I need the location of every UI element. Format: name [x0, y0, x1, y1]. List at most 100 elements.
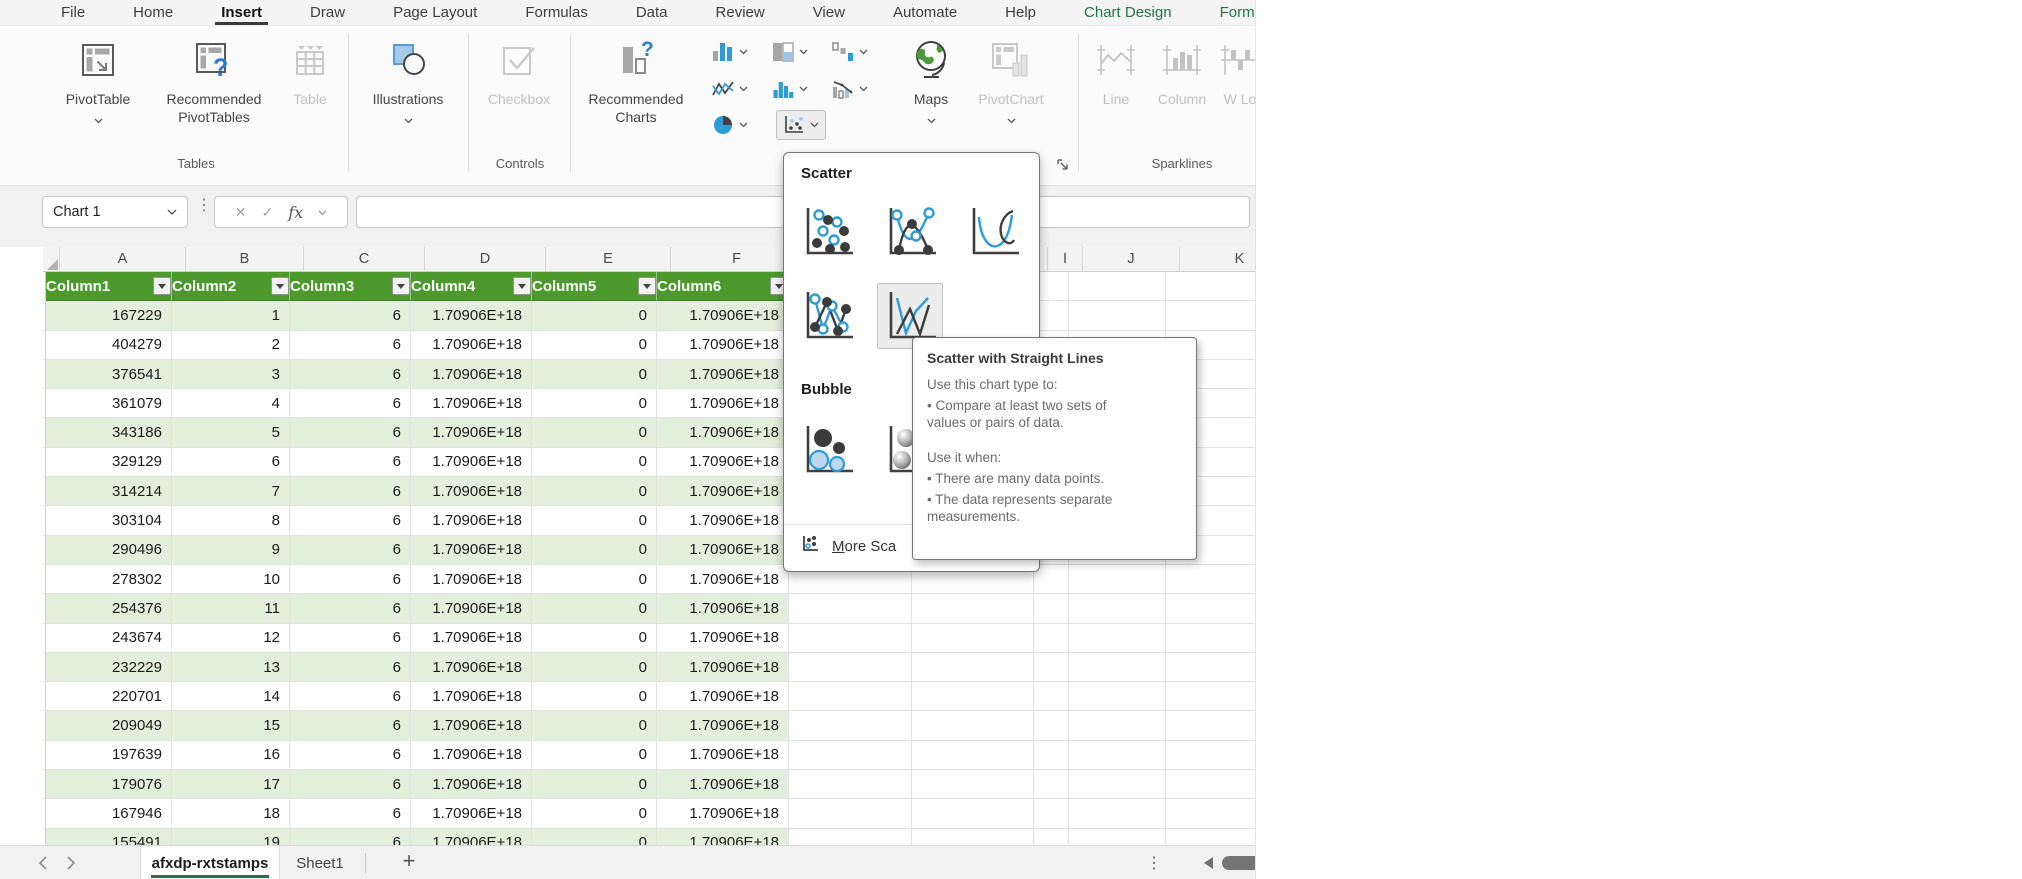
cell[interactable]: 1.70906E+18 — [657, 301, 789, 330]
cell[interactable]: 13 — [172, 653, 290, 682]
cell[interactable] — [789, 799, 912, 828]
formula-bar-drag-handle-icon[interactable]: ⋮ — [196, 200, 212, 212]
cell[interactable]: 8 — [172, 506, 290, 535]
hierarchy-chart-button[interactable] — [772, 42, 808, 62]
cell[interactable]: 7 — [172, 477, 290, 506]
histogram-chart-button[interactable] — [772, 79, 808, 99]
cell[interactable]: 314214 — [46, 477, 172, 506]
name-box[interactable]: Chart 1 — [42, 196, 188, 228]
cell[interactable]: 376541 — [46, 360, 172, 389]
cell[interactable]: 6 — [290, 770, 411, 799]
cell[interactable]: 0 — [532, 799, 657, 828]
cell[interactable]: 254376 — [46, 594, 172, 623]
table-header-cell[interactable]: Column6 — [657, 272, 789, 301]
cell[interactable] — [1166, 624, 1255, 653]
cell[interactable]: 1.70906E+18 — [411, 741, 532, 770]
cell[interactable]: 17 — [172, 770, 290, 799]
cell[interactable]: 1.70906E+18 — [657, 331, 789, 360]
cell[interactable] — [789, 653, 912, 682]
table-header-cell[interactable]: Column1 — [46, 272, 172, 301]
cell[interactable] — [789, 682, 912, 711]
cell[interactable]: 6 — [290, 360, 411, 389]
cell[interactable] — [1034, 594, 1069, 623]
filter-button[interactable] — [638, 277, 656, 295]
cell[interactable]: 18 — [172, 799, 290, 828]
cell[interactable]: 10 — [172, 565, 290, 594]
scroll-left-icon[interactable] — [1204, 857, 1213, 869]
cell[interactable]: 1.70906E+18 — [411, 594, 532, 623]
cell[interactable] — [1034, 682, 1069, 711]
sheet-tab[interactable]: Sheet1 — [285, 846, 355, 879]
cell[interactable]: 167946 — [46, 799, 172, 828]
column-header-b[interactable]: B — [186, 247, 304, 272]
cell[interactable] — [1166, 301, 1255, 330]
cell[interactable]: 1.70906E+18 — [411, 536, 532, 565]
column-chart-button[interactable] — [712, 42, 748, 62]
column-header-k[interactable]: K — [1180, 247, 1255, 272]
cell[interactable]: 1.70906E+18 — [411, 711, 532, 740]
cell[interactable] — [1069, 770, 1166, 799]
cell[interactable]: 1.70906E+18 — [657, 506, 789, 535]
cell[interactable]: 1.70906E+18 — [411, 389, 532, 418]
cell[interactable]: 14 — [172, 682, 290, 711]
cell[interactable]: 197639 — [46, 741, 172, 770]
cell[interactable]: 0 — [532, 770, 657, 799]
cell[interactable]: 15 — [172, 711, 290, 740]
cell[interactable] — [789, 770, 912, 799]
filter-button[interactable] — [271, 277, 289, 295]
cell[interactable] — [1069, 301, 1166, 330]
ribbon-tab-view[interactable]: View — [789, 0, 869, 25]
column-header-c[interactable]: C — [304, 247, 425, 272]
cell[interactable]: 1.70906E+18 — [657, 418, 789, 447]
cell[interactable] — [1034, 565, 1069, 594]
table-header-cell[interactable]: Column3 — [290, 272, 411, 301]
cell[interactable] — [912, 682, 1034, 711]
table-header-cell[interactable]: Column5 — [532, 272, 657, 301]
cell[interactable] — [789, 741, 912, 770]
cell[interactable]: 1.70906E+18 — [411, 565, 532, 594]
cell[interactable]: 303104 — [46, 506, 172, 535]
ribbon-tab-chart-design[interactable]: Chart Design — [1060, 0, 1196, 25]
cell[interactable] — [1166, 565, 1255, 594]
scatter-option[interactable] — [798, 203, 856, 261]
cell[interactable]: 290496 — [46, 536, 172, 565]
cell[interactable]: 0 — [532, 594, 657, 623]
cell[interactable]: 19 — [172, 829, 290, 845]
scatter-straight-lines-markers-option[interactable] — [798, 287, 856, 345]
cell[interactable]: 0 — [532, 301, 657, 330]
cell[interactable] — [1034, 829, 1069, 845]
cell[interactable]: 1.70906E+18 — [411, 829, 532, 845]
cell[interactable]: 1.70906E+18 — [657, 799, 789, 828]
cell[interactable] — [912, 799, 1034, 828]
ribbon-tab-file[interactable]: File — [37, 0, 109, 25]
cell[interactable]: 1.70906E+18 — [657, 741, 789, 770]
scatter-chart-button[interactable] — [776, 110, 826, 140]
cell[interactable] — [1069, 565, 1166, 594]
cell[interactable]: 278302 — [46, 565, 172, 594]
cell[interactable]: 9 — [172, 536, 290, 565]
cell[interactable]: 155491 — [46, 829, 172, 845]
cell[interactable]: 12 — [172, 624, 290, 653]
cell[interactable]: 329129 — [46, 448, 172, 477]
cell[interactable] — [912, 829, 1034, 845]
cell[interactable]: 0 — [532, 360, 657, 389]
cell[interactable]: 1.70906E+18 — [411, 301, 532, 330]
column-header-j[interactable]: J — [1083, 247, 1180, 272]
cell[interactable] — [912, 741, 1034, 770]
ribbon-tab-format[interactable]: Format — [1196, 0, 1256, 25]
cell[interactable] — [1034, 624, 1069, 653]
table-header-cell[interactable]: Column4 — [411, 272, 532, 301]
cell[interactable]: 6 — [290, 682, 411, 711]
ribbon-tab-home[interactable]: Home — [109, 0, 197, 25]
cell[interactable]: 6 — [290, 301, 411, 330]
cell[interactable] — [1069, 799, 1166, 828]
cell[interactable]: 6 — [290, 799, 411, 828]
cell[interactable]: 6 — [290, 389, 411, 418]
cell[interactable]: 220701 — [46, 682, 172, 711]
cell[interactable] — [789, 829, 912, 845]
cell[interactable] — [1069, 594, 1166, 623]
cell[interactable]: 0 — [532, 829, 657, 845]
cell[interactable]: 343186 — [46, 418, 172, 447]
combo-chart-button[interactable] — [832, 79, 868, 99]
scatter-smooth-lines-markers-option[interactable] — [881, 203, 939, 261]
